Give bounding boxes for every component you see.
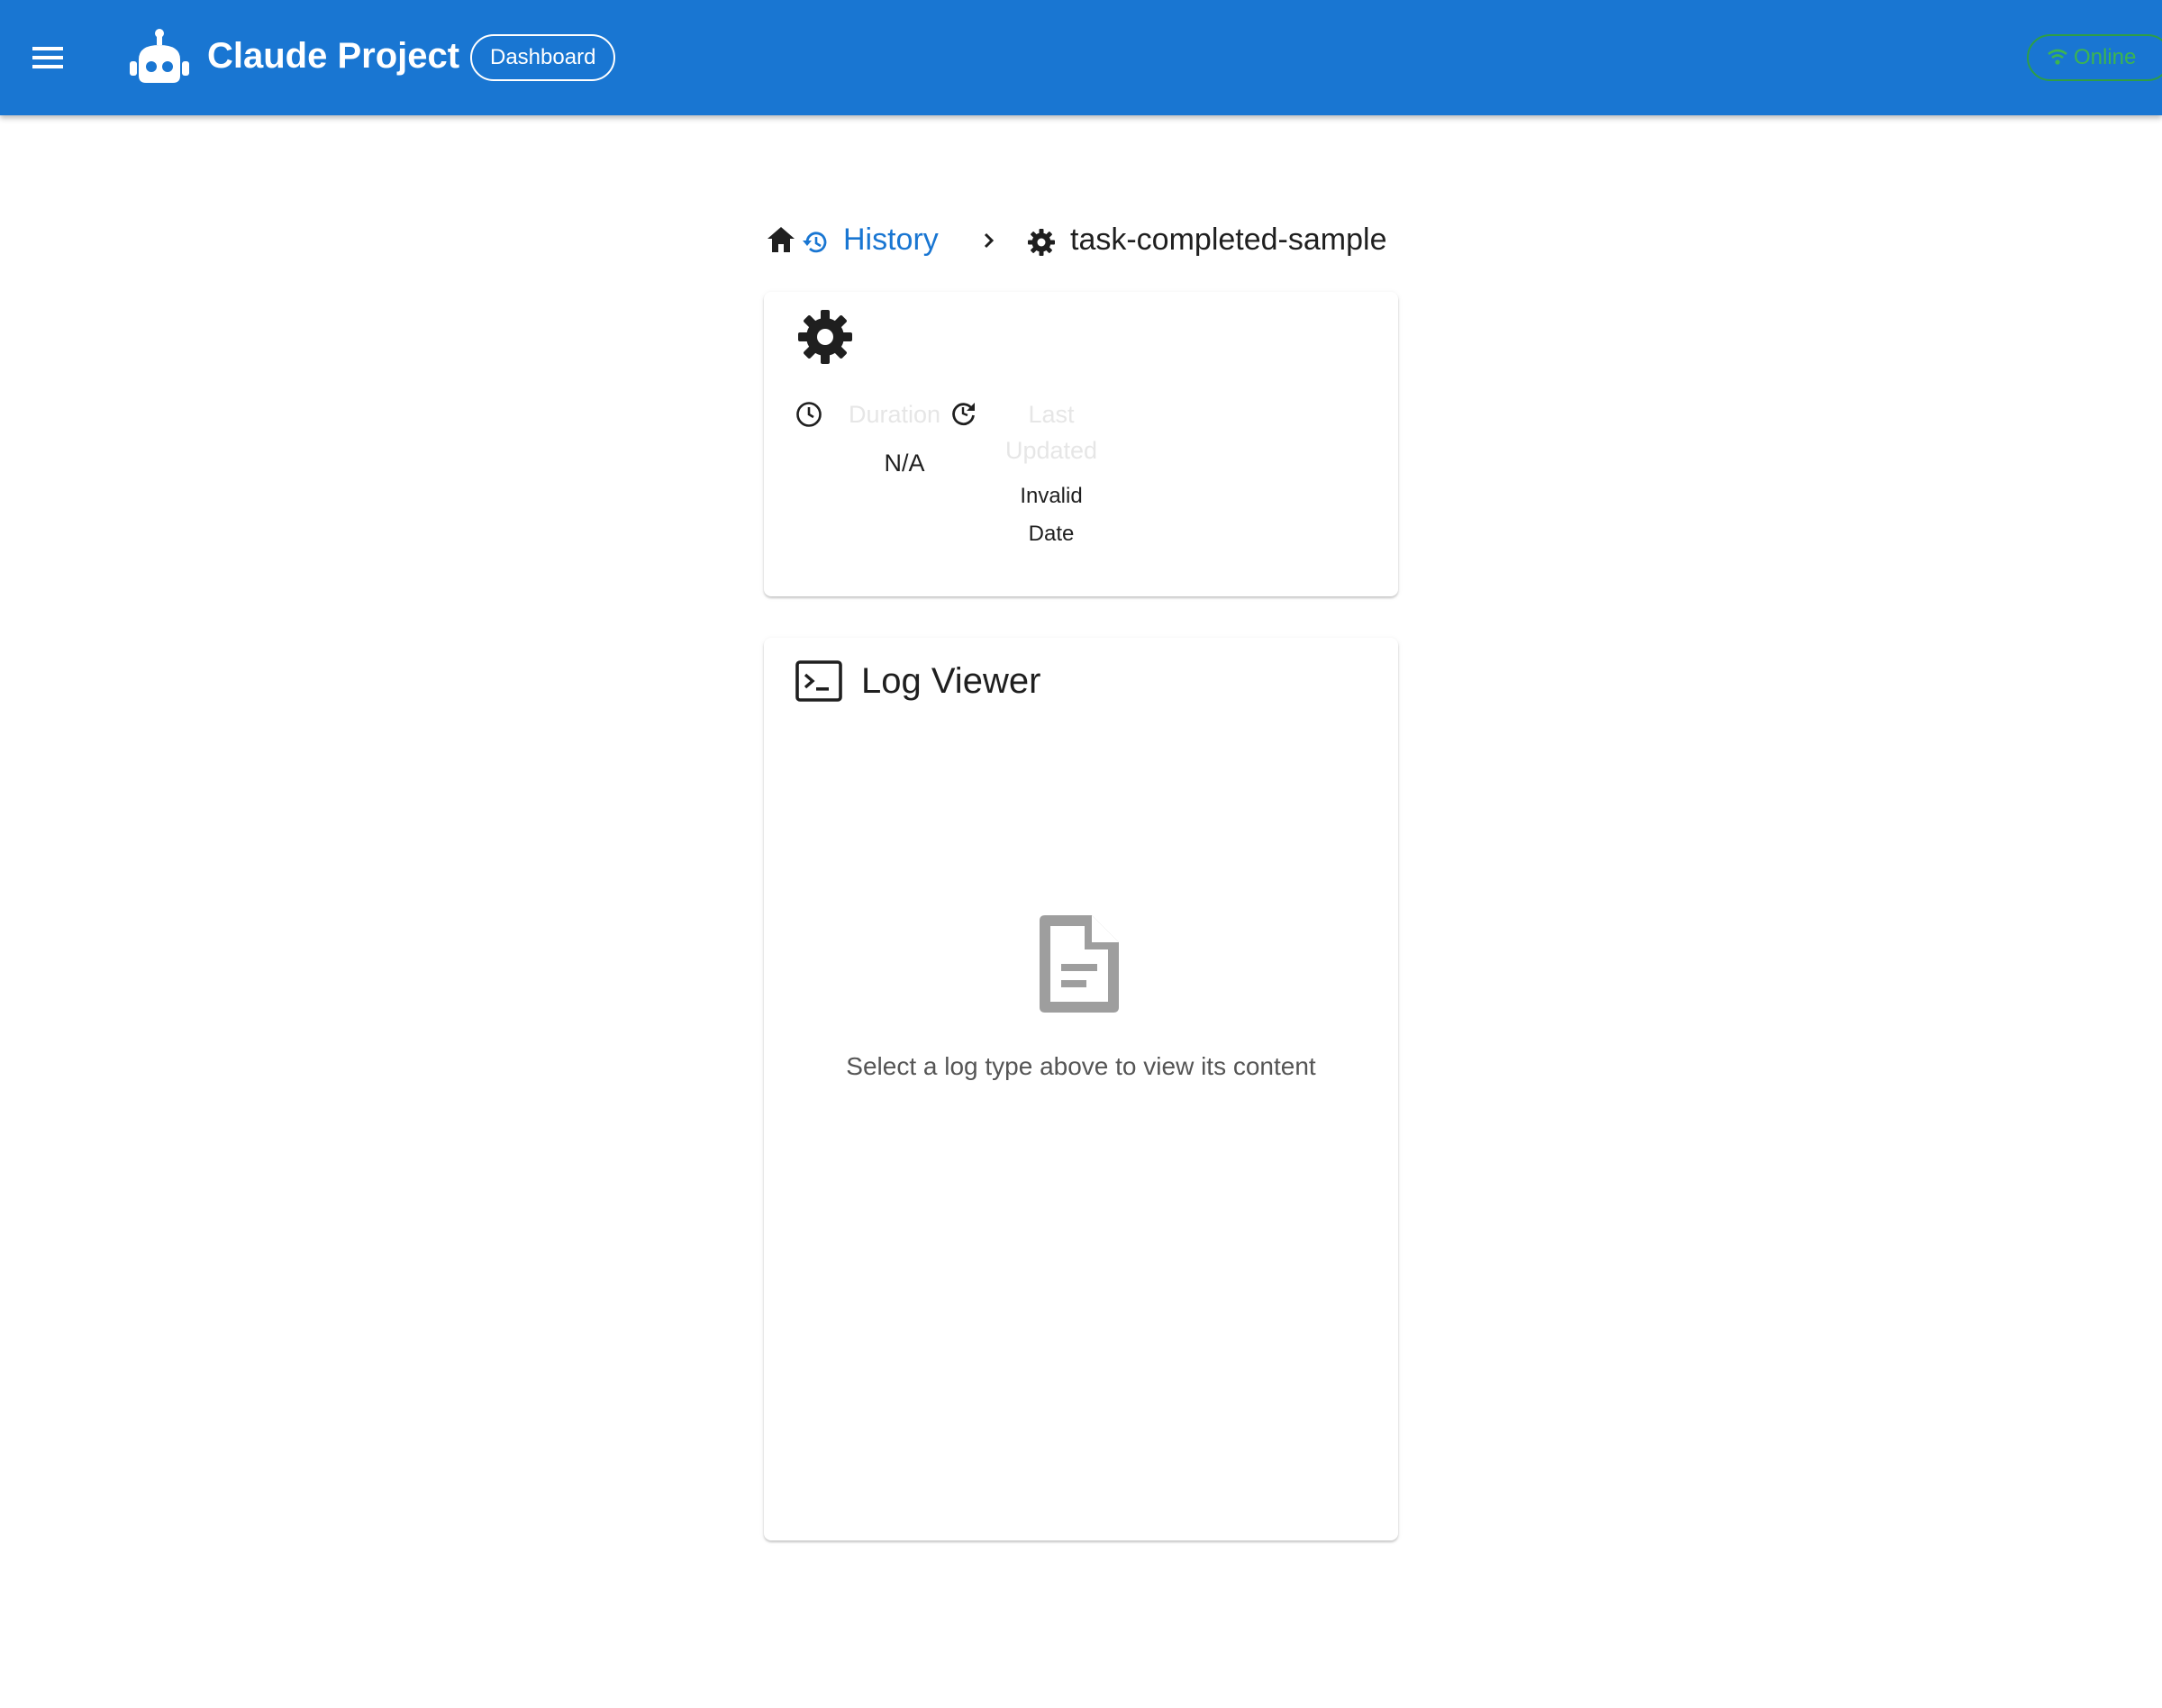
clock-icon: [795, 400, 823, 429]
hamburger-menu-icon[interactable]: [27, 35, 74, 80]
last-updated-label-line2: Updated: [1004, 437, 1098, 464]
log-viewer-title: Log Viewer: [861, 661, 1041, 701]
last-updated-value: Invalid Date: [993, 477, 1110, 553]
robot-icon: [128, 27, 191, 90]
last-updated-value-line2: Date: [1028, 522, 1075, 546]
breadcrumb-history-link[interactable]: History: [843, 216, 939, 263]
app-bar: Claude Project Dashboard Online: [0, 0, 2162, 115]
last-updated-label: Last Updated: [993, 396, 1110, 468]
breadcrumb-current-task: task-completed-sample: [1070, 223, 1387, 257]
duration-label: Duration: [849, 401, 941, 428]
history-icon: [802, 229, 829, 256]
gear-icon: [796, 308, 854, 366]
home-icon[interactable]: [766, 225, 796, 254]
app-title: Claude Project: [207, 36, 460, 76]
wifi-icon: [2048, 49, 2067, 65]
terminal-icon: [795, 659, 843, 703]
log-viewer-card: Log Viewer Select a log type above to vi…: [764, 638, 1398, 1540]
chevron-right-icon: [977, 227, 1002, 254]
online-status-label: Online: [2074, 45, 2137, 69]
online-status-chip: Online: [2027, 34, 2162, 81]
document-icon: [1036, 913, 1126, 1014]
refresh-icon: [949, 398, 978, 427]
last-updated-value-line1: Invalid: [1020, 484, 1083, 508]
breadcrumb: History task-completed-sample: [766, 216, 1414, 263]
duration-value: N/A: [884, 450, 925, 477]
dashboard-chip[interactable]: Dashboard: [470, 34, 616, 81]
empty-log-message: Select a log type above to view its cont…: [846, 1052, 1316, 1080]
last-updated-label-line1: Last: [1028, 401, 1075, 428]
gear-icon: [1027, 228, 1056, 257]
task-info-card: Duration N/A Last Updated Invalid Date: [764, 292, 1398, 596]
